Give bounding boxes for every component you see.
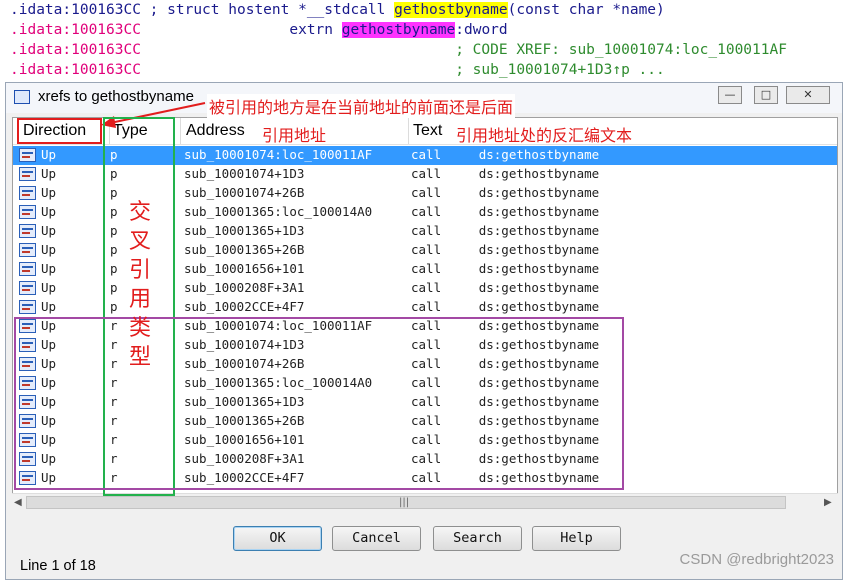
r-group-box bbox=[14, 317, 624, 490]
type-annotation-char: 型 bbox=[128, 345, 151, 370]
text-annotation: 引用地址处的反汇编文本 bbox=[456, 126, 633, 145]
type-annotation-char: 引 bbox=[128, 258, 151, 283]
type-annotation-char: 用 bbox=[128, 287, 151, 312]
type-annotation-char: 叉 bbox=[128, 229, 151, 254]
annotation-arrow-line bbox=[109, 102, 206, 124]
type-annotation-char: 交 bbox=[128, 200, 151, 225]
type-annotation: 交 叉 引 用 类 型 bbox=[128, 198, 152, 372]
direction-highlight-box bbox=[17, 118, 102, 144]
type-annotation-char: 类 bbox=[128, 316, 151, 341]
direction-annotation: 被引用的地方是在当前地址的前面还是后面 bbox=[207, 94, 516, 118]
address-annotation: 引用地址 bbox=[262, 126, 327, 145]
watermark: CSDN @redbright2023 bbox=[679, 551, 834, 568]
